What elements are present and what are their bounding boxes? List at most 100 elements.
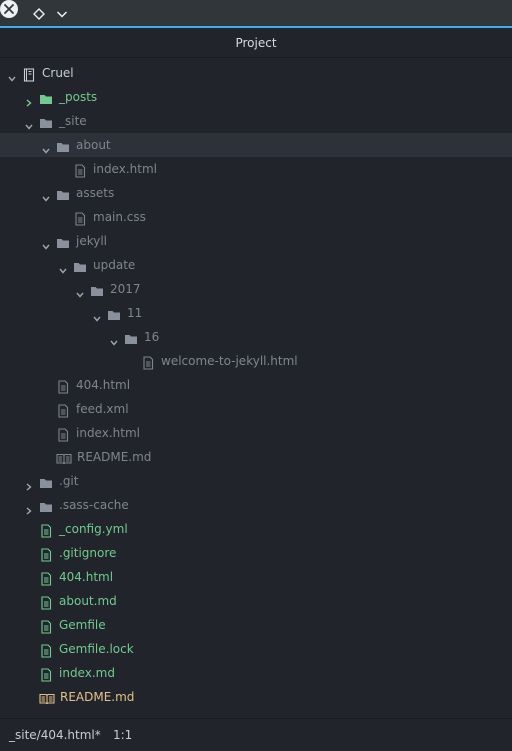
folder-icon bbox=[39, 90, 53, 104]
folder-icon bbox=[73, 258, 87, 272]
tree-folder-row[interactable]: assets bbox=[0, 181, 512, 205]
close-icon[interactable] bbox=[0, 0, 18, 18]
tree-file-row[interactable]: index.html bbox=[0, 421, 512, 445]
file-text-icon bbox=[39, 594, 53, 610]
file-text-icon bbox=[39, 642, 53, 658]
tree-item-label: welcome-to-jekyll.html bbox=[161, 354, 298, 368]
chevron-down-icon[interactable] bbox=[75, 284, 85, 298]
status-cursor-position: 1:1 bbox=[113, 728, 133, 742]
panel-title: Project bbox=[0, 30, 512, 58]
repo-icon bbox=[22, 66, 36, 82]
tree-folder-row[interactable]: 2017 bbox=[0, 277, 512, 301]
tree-item-label: about bbox=[76, 138, 111, 152]
file-text-icon bbox=[39, 546, 53, 562]
tree-item-label: 404.html bbox=[76, 378, 131, 392]
tree-item-label: _site bbox=[59, 114, 87, 128]
folder-icon bbox=[107, 306, 121, 320]
tree-item-label: .git bbox=[59, 474, 79, 488]
tree-item-label: update bbox=[93, 258, 136, 272]
file-text-icon bbox=[73, 162, 87, 178]
file-text-icon bbox=[39, 522, 53, 538]
tree-item-label: _config.yml bbox=[59, 522, 128, 536]
tree-folder-row[interactable]: _site bbox=[0, 109, 512, 133]
tree-item-label: Gemfile bbox=[59, 618, 106, 632]
tree-folder-row[interactable]: update bbox=[0, 253, 512, 277]
tree-item-label: _posts bbox=[59, 90, 98, 104]
folder-icon bbox=[56, 234, 70, 248]
folder-icon bbox=[124, 330, 138, 344]
tree-file-row[interactable]: feed.xml bbox=[0, 397, 512, 421]
tree-file-row[interactable]: index.md bbox=[0, 661, 512, 685]
tree-folder-row[interactable]: about bbox=[0, 133, 512, 157]
tree-file-row[interactable]: welcome-to-jekyll.html bbox=[0, 349, 512, 373]
tree-folder-row[interactable]: .sass-cache bbox=[0, 493, 512, 517]
tree-item-label: assets bbox=[76, 186, 115, 200]
tree-file-row[interactable]: 404.html bbox=[0, 565, 512, 589]
folder-icon bbox=[90, 282, 104, 296]
tree-item-label: .sass-cache bbox=[59, 498, 129, 512]
file-text-icon bbox=[56, 378, 70, 394]
chevron-down-icon[interactable] bbox=[41, 188, 51, 202]
chevron-down-icon[interactable] bbox=[7, 68, 17, 82]
status-bar: _site/404.html* 1:1 bbox=[0, 718, 512, 751]
tree-item-label: Cruel bbox=[42, 66, 74, 80]
chevron-down-icon[interactable] bbox=[92, 308, 102, 322]
folder-icon bbox=[39, 114, 53, 128]
tree-folder-row[interactable]: Cruel bbox=[0, 61, 512, 85]
tree-item-label: 2017 bbox=[110, 282, 141, 296]
tree-file-row[interactable]: 404.html bbox=[0, 373, 512, 397]
tree-item-label: index.md bbox=[59, 666, 115, 680]
file-text-icon bbox=[56, 402, 70, 418]
tree-item-label: about.md bbox=[59, 594, 117, 608]
chevron-right-icon[interactable] bbox=[24, 476, 34, 491]
chevron-down-icon[interactable] bbox=[24, 116, 34, 130]
tree-item-label: index.html bbox=[93, 162, 157, 176]
file-text-icon bbox=[73, 210, 87, 226]
diamond-icon[interactable] bbox=[30, 5, 48, 23]
tree-file-row[interactable]: index.html bbox=[0, 157, 512, 181]
chevron-right-icon[interactable] bbox=[24, 92, 34, 107]
tree-item-label: 404.html bbox=[59, 570, 114, 584]
chevron-right-icon[interactable] bbox=[24, 500, 34, 515]
file-text-icon bbox=[39, 666, 53, 682]
tree-file-row[interactable]: Gemfile bbox=[0, 613, 512, 637]
chevron-down-icon[interactable] bbox=[109, 332, 119, 346]
tree-item-label: .gitignore bbox=[59, 546, 117, 560]
tree-file-row[interactable]: .gitignore bbox=[0, 541, 512, 565]
tree-folder-row[interactable]: .git bbox=[0, 469, 512, 493]
chevron-down-icon[interactable] bbox=[41, 140, 51, 154]
tree-item-label: Gemfile.lock bbox=[59, 642, 134, 656]
tree-folder-row[interactable]: 16 bbox=[0, 325, 512, 349]
folder-icon bbox=[56, 138, 70, 152]
chevron-down-icon[interactable] bbox=[58, 260, 68, 274]
window-titlebar bbox=[0, 0, 512, 28]
tree-folder-row[interactable]: jekyll bbox=[0, 229, 512, 253]
tree-file-row[interactable]: main.css bbox=[0, 205, 512, 229]
book-icon bbox=[39, 690, 55, 705]
tree-item-label: 16 bbox=[144, 330, 160, 344]
tree-item-label: index.html bbox=[76, 426, 140, 440]
tree-folder-row[interactable]: 11 bbox=[0, 301, 512, 325]
file-text-icon bbox=[39, 570, 53, 586]
status-file-path: _site/404.html* bbox=[9, 728, 101, 742]
folder-icon bbox=[56, 186, 70, 200]
tree-file-row[interactable]: about.md bbox=[0, 589, 512, 613]
file-text-icon bbox=[39, 618, 53, 634]
chevron-down-icon[interactable] bbox=[53, 5, 71, 23]
file-text-icon bbox=[141, 354, 155, 370]
tree-file-row[interactable]: Gemfile.lock bbox=[0, 637, 512, 661]
tree-item-label: README.md bbox=[77, 450, 152, 464]
file-text-icon bbox=[56, 426, 70, 442]
tree-item-label: jekyll bbox=[76, 234, 108, 248]
book-icon bbox=[56, 450, 72, 465]
tree-file-row[interactable]: README.md bbox=[0, 445, 512, 469]
folder-icon bbox=[39, 498, 53, 512]
tree-file-row[interactable]: _config.yml bbox=[0, 517, 512, 541]
tree-folder-row[interactable]: _posts bbox=[0, 85, 512, 109]
tree-item-label: main.css bbox=[93, 210, 146, 224]
folder-icon bbox=[39, 474, 53, 488]
chevron-down-icon[interactable] bbox=[41, 236, 51, 250]
tree-file-row[interactable]: README.md bbox=[0, 685, 512, 709]
tree-item-label: feed.xml bbox=[76, 402, 129, 416]
tree-item-label: README.md bbox=[60, 690, 135, 704]
